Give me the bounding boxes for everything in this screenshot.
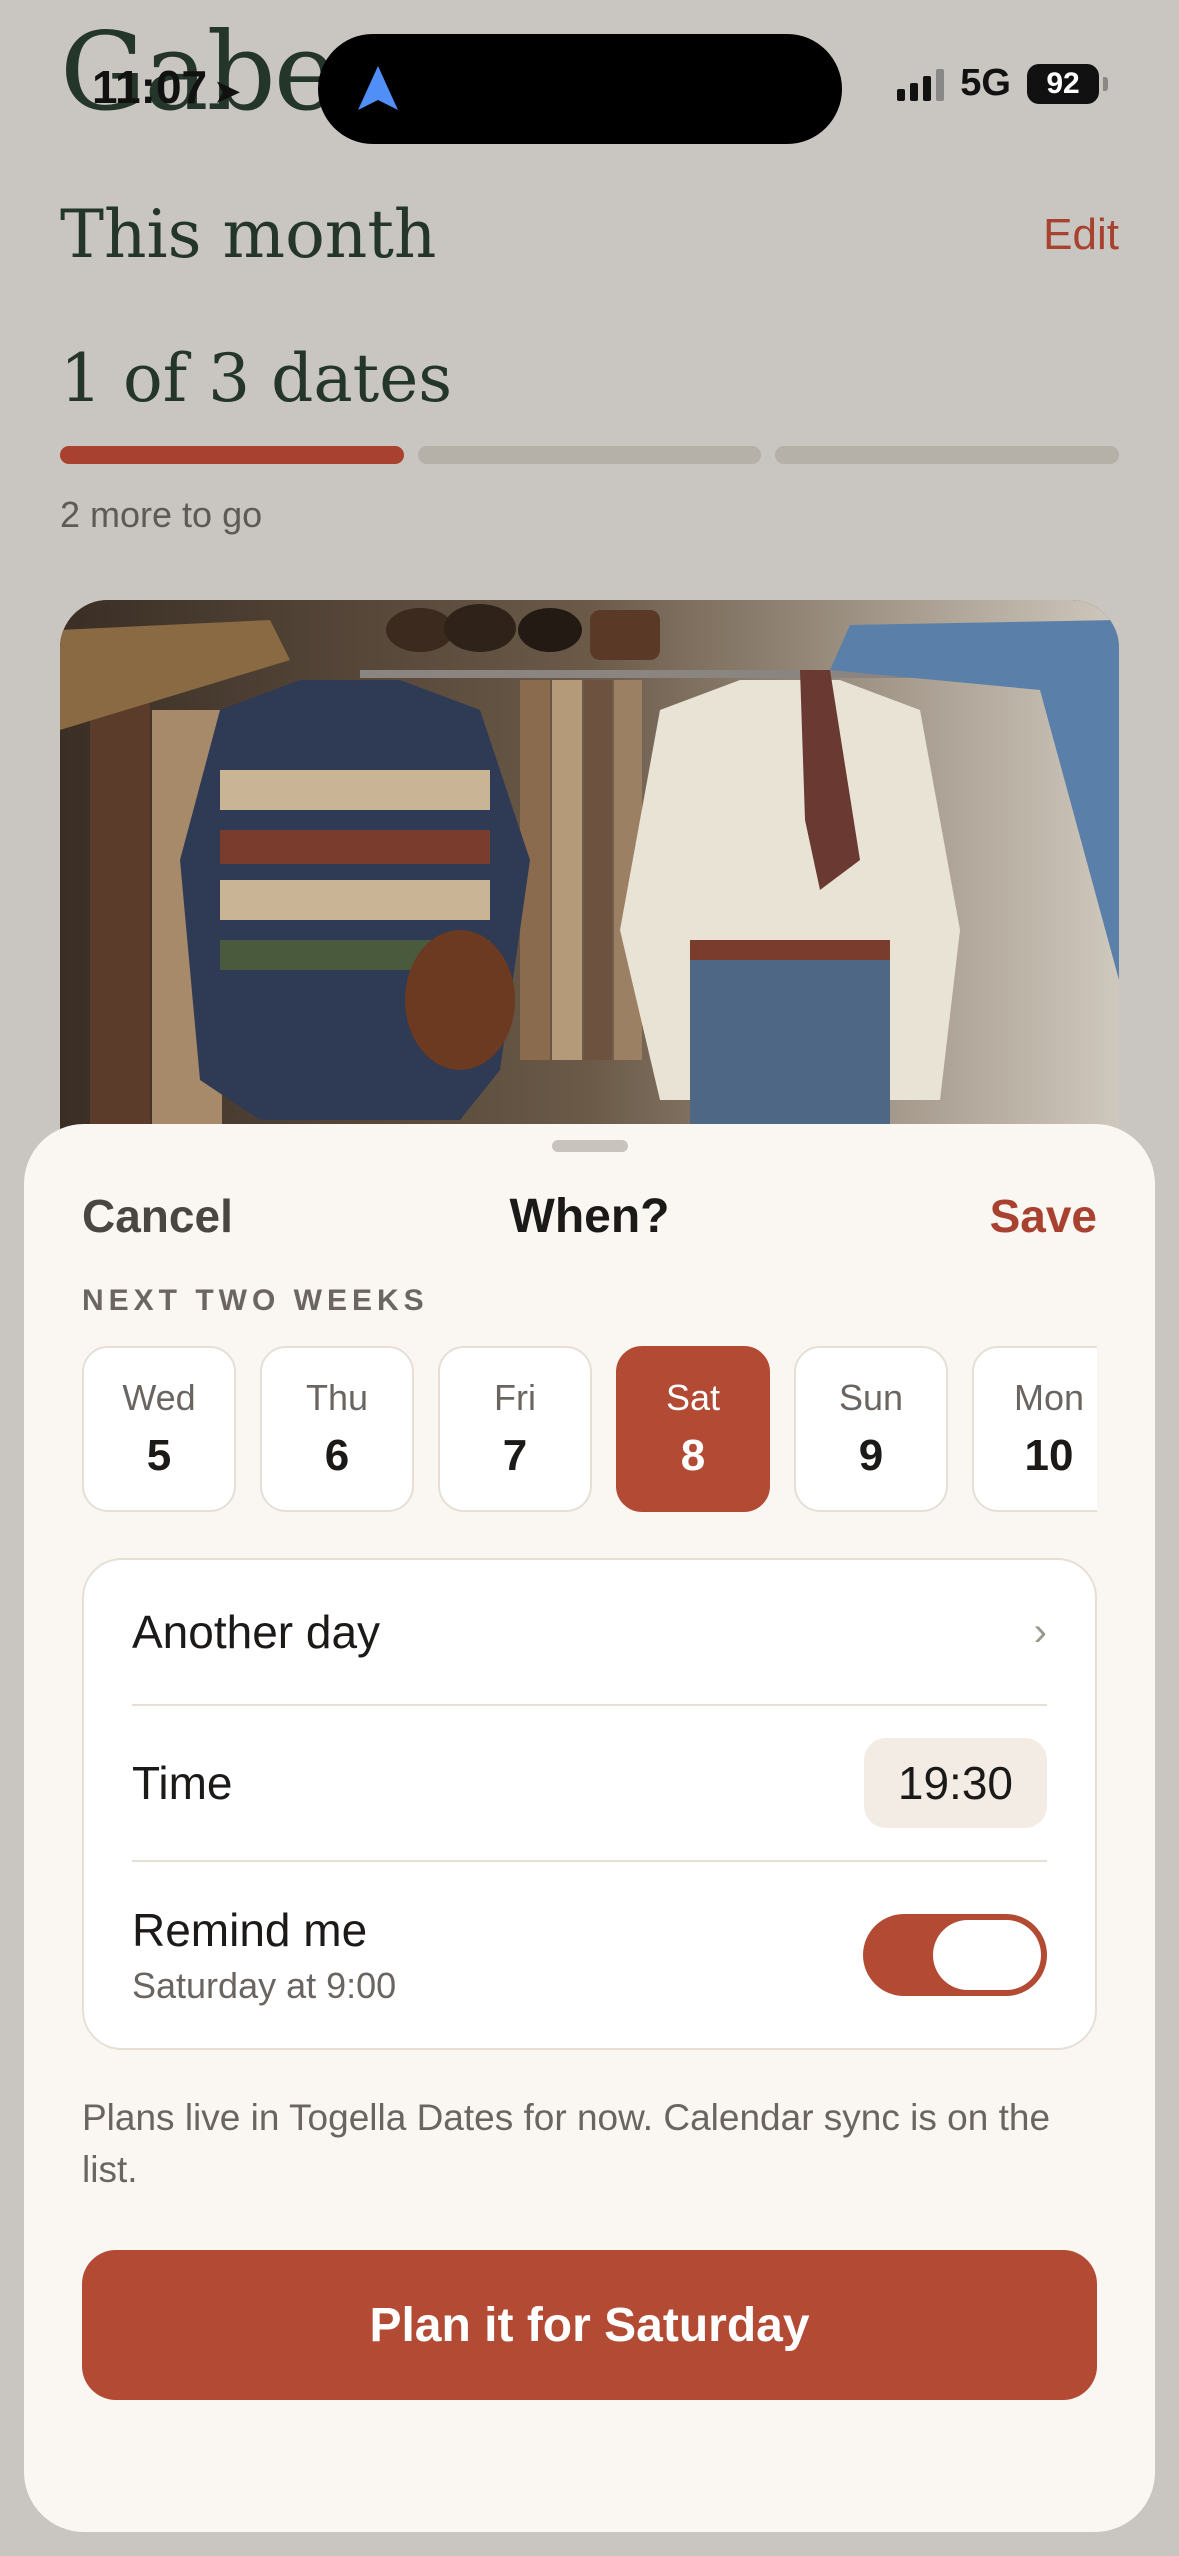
sync-note: Plans live in Togella Dates for now. Cal… [82,2097,1051,2190]
time-label: Time [132,1757,233,1809]
navigation-arrow-icon [358,66,398,110]
day-number: 8 [680,1431,706,1480]
day-name: Thu [305,1377,369,1418]
dates-count: 1 of 3 dates [60,340,453,417]
day-name: Mon [1013,1377,1085,1418]
day-chip-sat[interactable]: Sat 8 [616,1346,770,1512]
status-indicators: 5G 92 [897,62,1108,105]
sheet-title: When? [509,1189,670,1243]
progress-segment-pending [417,446,762,464]
another-day-row[interactable]: Another day › [132,1560,1047,1706]
battery-icon: 92 [1027,63,1108,104]
another-day-label: Another day [132,1606,381,1658]
day-chip-mon[interactable]: Mon 10 [972,1346,1097,1512]
day-number: 10 [1024,1431,1074,1480]
options-card: Another day › Time 19:30 Remind me Satur… [82,1558,1097,2050]
cellular-signal-icon [897,67,945,101]
remind-subtitle: Saturday at 9:00 [132,1965,397,2006]
remind-text: Remind me Saturday at 9:00 [132,1903,396,2007]
when-sheet: Cancel When? Save NEXT TWO WEEKS Wed 5 T… [24,1124,1155,2532]
remind-toggle[interactable] [863,1914,1047,1996]
status-time-text: 11:07 [92,61,208,113]
thrift-clothes-photo [60,600,1119,1160]
day-number: 6 [324,1431,350,1480]
edit-button[interactable]: Edit [1043,210,1119,260]
day-name: Fri [494,1377,536,1418]
day-number: 9 [858,1431,884,1480]
day-chip-sun[interactable]: Sun 9 [794,1346,948,1512]
day-chip-fri[interactable]: Fri 7 [438,1346,592,1512]
day-chip-wed[interactable]: Wed 5 [82,1346,236,1512]
time-picker[interactable]: 19:30 [863,1738,1047,1828]
day-name: Wed [122,1377,196,1418]
dates-progress-bar [60,446,1120,464]
progress-segment-done [60,446,404,464]
battery-level: 92 [1046,66,1080,100]
status-time: 11:07 ➤ [92,60,242,114]
cancel-button[interactable]: Cancel [82,1189,233,1243]
month-section-title: This month [60,196,437,273]
remind-row: Remind me Saturday at 9:00 [132,1862,1047,2048]
day-name: Sun [838,1377,904,1418]
chevron-right-icon: › [1033,1609,1047,1654]
day-name: Sat [665,1377,721,1418]
day-picker: Wed 5 Thu 6 Fri 7 Sat 8 Sun 9 Mon 10 [82,1346,1097,1514]
date-idea-photo [60,600,1119,1160]
day-number: 5 [146,1431,172,1480]
location-arrow-icon: ➤ [213,73,242,111]
network-type: 5G [960,62,1011,104]
time-row: Time 19:30 [132,1706,1047,1862]
sheet-grabber[interactable] [551,1140,628,1152]
day-chip-thu[interactable]: Thu 6 [260,1346,414,1512]
save-button[interactable]: Save [990,1189,1097,1243]
sheet-header: Cancel When? Save [82,1176,1097,1256]
dynamic-island [318,34,842,144]
plan-it-button[interactable]: Plan it for Saturday [82,2250,1097,2400]
toggle-knob [933,1920,1041,1990]
progress-segment-pending [775,446,1120,464]
remind-label: Remind me [132,1904,368,1956]
day-number: 7 [502,1431,528,1480]
section-label: NEXT TWO WEEKS [82,1284,429,1317]
remaining-count: 2 more to go [60,494,263,535]
